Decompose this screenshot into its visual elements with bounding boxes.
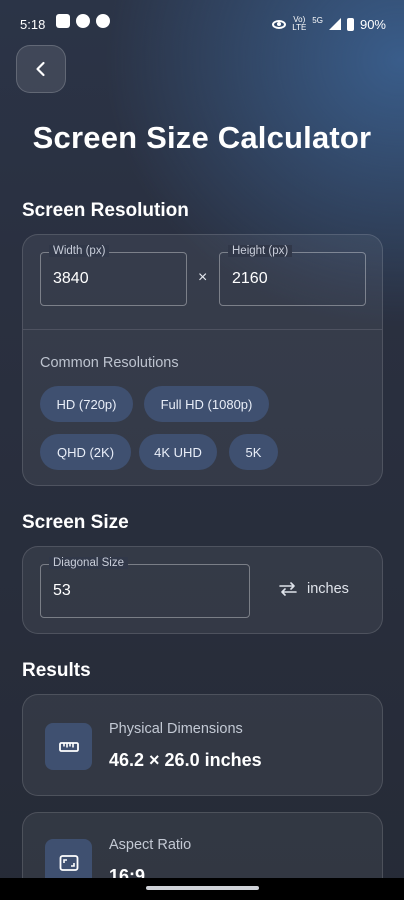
page-title: Screen Size Calculator (32, 120, 372, 155)
diagonal-field-label: Diagonal Size (49, 557, 128, 569)
width-field-label: Width (px) (49, 245, 110, 257)
notification-icons (56, 14, 110, 28)
screen-size-section-title: Screen Size (22, 512, 129, 533)
chat-notification-icon (76, 14, 90, 28)
preset-chip-5k[interactable]: 5K (229, 434, 278, 470)
eye-icon (272, 19, 287, 29)
times-separator: × (198, 269, 208, 286)
chevron-left-icon (36, 61, 45, 77)
unit-toggle-button[interactable]: inches (279, 581, 349, 597)
status-right: Vo) LTE 5G 90% (272, 16, 386, 32)
result-label-aspect: Aspect Ratio (109, 837, 192, 853)
result-label-dimensions: Physical Dimensions (109, 721, 243, 737)
width-field[interactable]: Width (px) 3840 (40, 245, 187, 306)
preset-chip-hd[interactable]: HD (720p) (40, 386, 133, 422)
preset-chip-4k[interactable]: 4K UHD (139, 434, 217, 470)
diagonal-field[interactable]: Diagonal Size 53 (40, 557, 250, 618)
whatsapp-notification-icon (96, 14, 110, 28)
home-gesture-handle[interactable] (146, 886, 259, 890)
back-button[interactable] (16, 45, 66, 93)
width-field-value[interactable]: 3840 (53, 270, 89, 288)
battery-icon (346, 17, 354, 31)
resolution-card: Width (px) 3840 × Height (px) 2160 Commo… (22, 234, 383, 486)
volte-indicator: Vo) LTE (292, 15, 307, 32)
height-field-label: Height (px) (228, 245, 293, 257)
diagonal-field-value[interactable]: 53 (53, 582, 71, 600)
unit-label: inches (307, 581, 349, 597)
preset-chip-qhd[interactable]: QHD (2K) (40, 434, 131, 470)
height-field-value[interactable]: 2160 (232, 270, 268, 288)
ruler-icon (45, 723, 92, 770)
result-value-dimensions: 46.2 × 26.0 inches (109, 750, 262, 770)
card-divider (23, 329, 382, 330)
network-indicator: 5G (312, 16, 323, 25)
height-field[interactable]: Height (px) 2160 (219, 245, 366, 306)
status-bar: 5:18 Vo) LTE 5G 90% (0, 0, 404, 46)
battery-percent: 90% (359, 16, 386, 32)
app-notification-icon (56, 14, 70, 28)
signal-icon (328, 18, 341, 30)
results-section-title: Results (22, 660, 91, 681)
status-time: 5:18 (20, 17, 46, 32)
result-card-dimensions: Physical Dimensions 46.2 × 26.0 inches (22, 694, 383, 796)
swap-arrows-icon (279, 582, 297, 596)
resolution-section-title: Screen Resolution (22, 200, 189, 221)
preset-chip-full-hd[interactable]: Full HD (1080p) (144, 386, 269, 422)
screen-size-card: Diagonal Size 53 inches (22, 546, 383, 634)
common-resolutions-label: Common Resolutions (40, 355, 179, 371)
